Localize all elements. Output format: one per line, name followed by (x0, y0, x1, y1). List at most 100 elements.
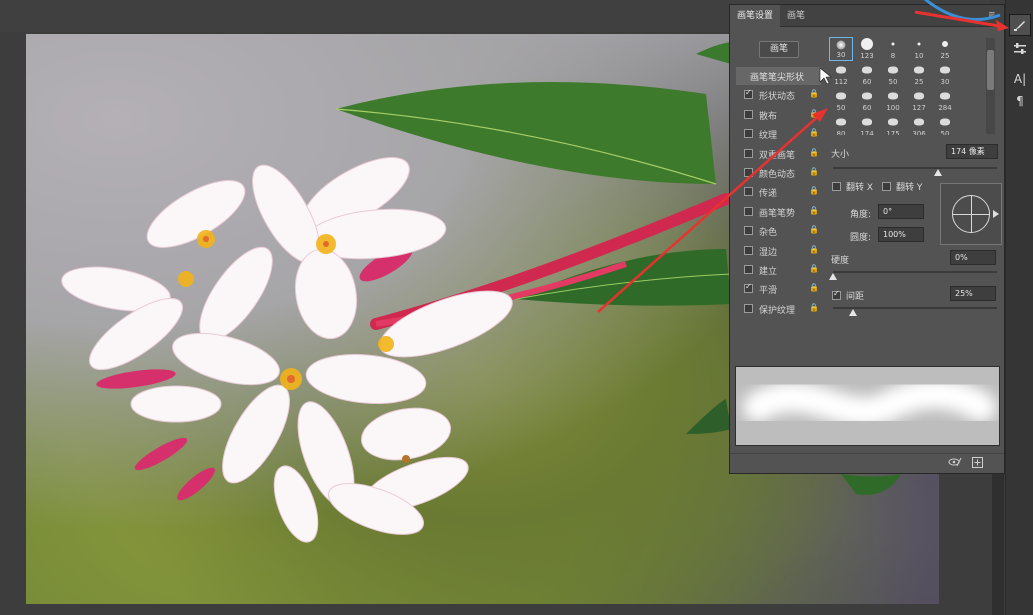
roundness-field[interactable]: 100% (878, 227, 924, 242)
brush-preset[interactable]: 80 (829, 115, 853, 135)
brush-option-row[interactable]: 纹理 🔒 (736, 125, 821, 143)
size-field[interactable]: 174 像素 (946, 144, 998, 159)
lock-icon[interactable]: 🔒 (809, 89, 819, 98)
brush-option-row[interactable]: 杂色 🔒 (736, 222, 821, 240)
brush-button[interactable]: 画笔 (759, 41, 799, 58)
brush-option-checkbox[interactable] (744, 148, 753, 158)
brush-preset[interactable]: 25 (907, 63, 931, 87)
spacing-slider-thumb[interactable] (848, 309, 857, 316)
brush-preset[interactable]: 50 (829, 89, 853, 113)
brush-preset[interactable]: 112 (829, 63, 853, 87)
workspace: A| ¶ 画笔设置 画笔 ≡ 画笔 画笔笔尖形状形状动态 🔒 散布 🔒 纹理 🔒 双重画笔 🔒… (0, 0, 1033, 615)
tab-brush[interactable]: 画笔 (780, 5, 812, 27)
brush-option-checkbox[interactable] (744, 265, 753, 274)
brush-option-row[interactable]: 保护纹理 🔒 (736, 300, 821, 318)
brush-option-checkbox[interactable] (744, 88, 753, 100)
size-slider-thumb[interactable] (933, 169, 942, 176)
brush-option-checkbox[interactable] (744, 245, 753, 255)
panel-footer (730, 453, 1004, 473)
brush-preset-size: 60 (862, 78, 872, 86)
brush-option-row[interactable]: 平滑 🔒 (736, 280, 821, 298)
brush-option-row[interactable]: 画笔笔尖形状 (736, 67, 821, 85)
brush-preset[interactable]: 127 (907, 89, 931, 113)
brush-option-row[interactable]: 建立 🔒 (736, 261, 821, 279)
tab-brush-settings[interactable]: 画笔设置 (730, 5, 781, 27)
character-icon[interactable]: A| (1009, 68, 1031, 90)
lock-icon[interactable]: 🔒 (809, 206, 819, 215)
paragraph-icon[interactable]: ¶ (1009, 90, 1031, 112)
brush-option-checkbox[interactable] (744, 282, 753, 294)
flip-y-label: 翻转 Y (896, 183, 923, 193)
brush-option-label: 湿边 (759, 247, 778, 258)
brush-option-row[interactable]: 湿边 🔒 (736, 242, 821, 260)
brush-preset-size: 30 (940, 78, 950, 86)
brush-preset[interactable]: 60 (855, 63, 879, 87)
angle-label: 角度: (850, 210, 872, 220)
lock-icon[interactable]: 🔒 (809, 186, 819, 195)
panel-menu-icon[interactable]: ≡ (988, 10, 998, 20)
new-brush-icon[interactable] (972, 457, 983, 471)
lock-icon[interactable]: 🔒 (809, 109, 819, 118)
brush-preset[interactable]: 306 (907, 115, 931, 135)
brush-option-row[interactable]: 画笔笔势 🔒 (736, 203, 821, 221)
brush-preset[interactable]: 60 (855, 89, 879, 113)
lock-icon[interactable]: 🔒 (809, 303, 819, 312)
brush-preset-size: 50 (888, 78, 898, 86)
brush-preset-size: 8 (890, 52, 896, 60)
adjust-icon[interactable] (1009, 38, 1031, 60)
size-slider-track[interactable] (833, 167, 997, 169)
spacing-checkbox[interactable] (832, 289, 841, 300)
brush-preset[interactable]: 30 (829, 37, 853, 61)
right-toolbar: A| ¶ (1005, 0, 1033, 615)
lock-icon[interactable]: 🔒 (809, 283, 819, 292)
lock-icon[interactable]: 🔒 (809, 264, 819, 273)
flip-y-checkbox[interactable] (882, 182, 891, 191)
lock-icon[interactable]: 🔒 (809, 245, 819, 254)
brush-option-row[interactable]: 散布 🔒 (736, 106, 821, 124)
brush-preset[interactable]: 30 (933, 63, 957, 87)
spacing-slider-track[interactable] (833, 307, 997, 309)
brush-preset[interactable]: 175 (881, 115, 905, 135)
brush-option-label: 建立 (759, 267, 778, 277)
brush-preset[interactable]: 284 (933, 89, 957, 113)
brush-preset-size: 100 (886, 104, 900, 112)
angle-field[interactable]: 0° (878, 204, 924, 219)
lock-icon[interactable]: 🔒 (809, 225, 819, 234)
spacing-label: 间距 (846, 292, 865, 302)
brush-preset[interactable]: 8 (881, 37, 905, 61)
hardness-label: 硬度 (831, 256, 850, 266)
brush-preset[interactable]: 50 (881, 63, 905, 87)
hardness-field[interactable]: 0% (950, 250, 996, 265)
eye-preview-icon[interactable] (948, 457, 962, 470)
lock-icon[interactable]: 🔒 (809, 148, 819, 157)
brush-option-checkbox[interactable] (744, 206, 753, 216)
preset-scrollbar[interactable] (986, 38, 995, 134)
brush-preset[interactable]: 50 (933, 115, 957, 135)
hardness-slider-thumb[interactable] (829, 273, 837, 280)
brush-preset[interactable]: 10 (907, 37, 931, 61)
brush-option-row[interactable]: 颜色动态 🔒 (736, 164, 821, 182)
brush-option-row[interactable]: 双重画笔 🔒 (736, 145, 821, 163)
flip-x-checkbox[interactable] (832, 182, 841, 191)
brush-preset-size: 50 (940, 130, 950, 135)
brush-option-checkbox[interactable] (744, 187, 753, 197)
hardness-slider-track[interactable] (833, 271, 997, 273)
brush-option-row[interactable]: 传递 🔒 (736, 183, 821, 201)
spacing-field[interactable]: 25% (950, 286, 996, 301)
flip-x-label: 翻转 X (846, 183, 874, 193)
brush-preset[interactable]: 25 (933, 37, 957, 61)
brush-preset[interactable]: 123 (855, 37, 879, 61)
brush-option-checkbox[interactable] (744, 303, 753, 313)
brush-preset[interactable]: 100 (881, 89, 905, 113)
angle-roundness-widget[interactable] (940, 183, 1002, 245)
lock-icon[interactable]: 🔒 (809, 167, 819, 176)
brush-option-checkbox[interactable] (744, 168, 753, 177)
brush-option-checkbox[interactable] (744, 129, 753, 139)
brush-option-row[interactable]: 形状动态 🔒 (736, 86, 821, 104)
brush-option-checkbox[interactable] (744, 226, 753, 236)
brush-option-checkbox[interactable] (744, 109, 753, 119)
brush-settings-icon[interactable] (1009, 14, 1031, 36)
brush-preset[interactable]: 174 (855, 115, 879, 135)
lock-icon[interactable]: 🔒 (809, 128, 819, 137)
brush-option-label: 保护纹理 (759, 305, 796, 316)
